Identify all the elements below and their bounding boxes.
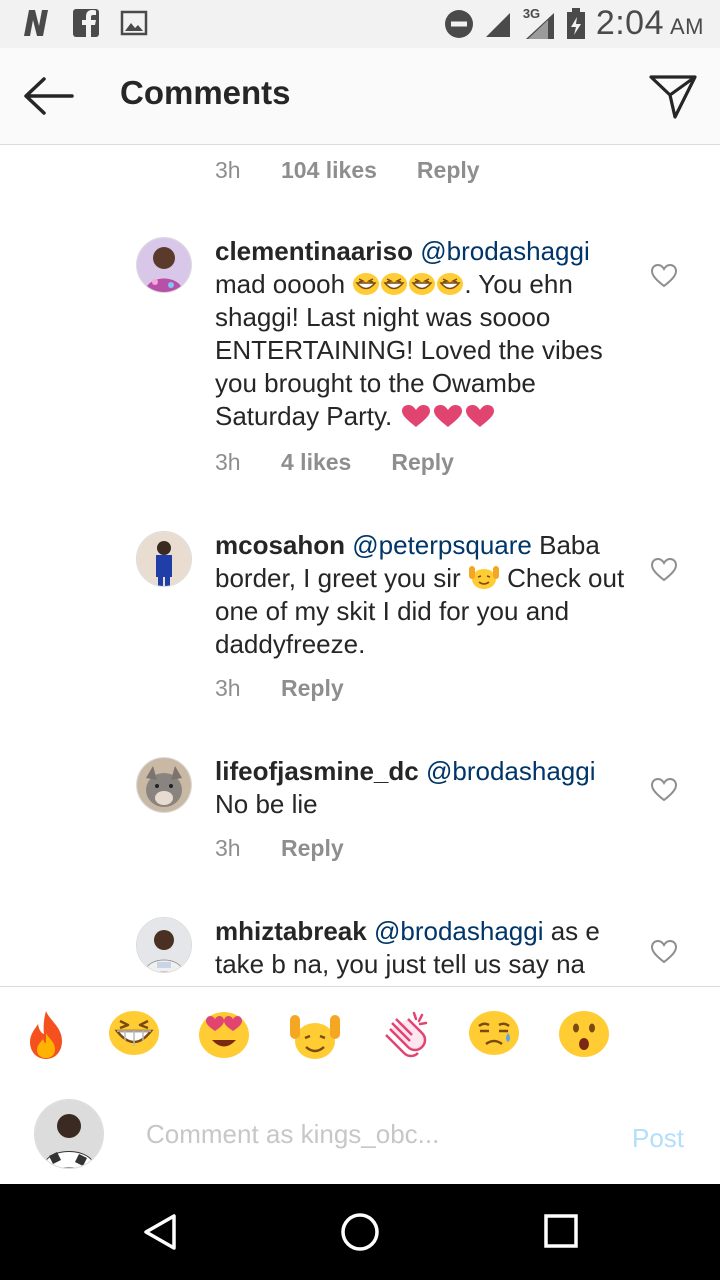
- my-avatar: [34, 1099, 104, 1169]
- pink-heart-icon: [401, 405, 430, 427]
- heart-outline-icon: [650, 939, 678, 964]
- fire-icon: [30, 1011, 62, 1059]
- square-recents-icon: [544, 1214, 578, 1248]
- comment-meta: 3h Reply: [215, 675, 344, 702]
- comments-list: 3h 104 likes Reply clementinaariso @brod…: [0, 145, 720, 985]
- clapping-hands-icon: [385, 1011, 428, 1058]
- comment-item: lifeofjasmine_dc @brodashaggi No be lie …: [0, 755, 720, 875]
- comment-meta: 3h 104 likes Reply: [215, 157, 480, 184]
- do-not-disturb-icon: [444, 9, 473, 38]
- back-button[interactable]: [20, 74, 76, 118]
- image-icon: [120, 10, 148, 36]
- nav-home-button[interactable]: [338, 1210, 382, 1254]
- emoji-fire-button[interactable]: [22, 1009, 74, 1061]
- comment-item: clementinaariso @brodashaggi mad ooooh .…: [0, 235, 720, 495]
- comment-username[interactable]: lifeofjasmine_dc: [215, 756, 419, 786]
- clock-ampm: AM: [670, 14, 704, 39]
- grinning-squint-icon: [437, 273, 464, 295]
- raised-hands-icon: [290, 1015, 340, 1059]
- comment-meta: 3h Reply: [215, 835, 344, 862]
- nav-recents-button[interactable]: [540, 1210, 584, 1254]
- comment-mention[interactable]: @brodashaggi: [374, 916, 544, 946]
- comment-item: mcosahon @peterpsquare Baba border, I gr…: [0, 529, 720, 709]
- grinning-squint-emoji-group: [352, 269, 464, 299]
- heart-outline-icon: [650, 557, 678, 582]
- avatar[interactable]: [136, 917, 192, 973]
- reply-button[interactable]: Reply: [281, 675, 344, 702]
- app-header: Comments: [0, 48, 720, 145]
- grinning-squint-icon: [109, 1011, 159, 1055]
- like-button[interactable]: [650, 263, 678, 289]
- signal-3g-icon: 3G: [522, 6, 556, 41]
- emoji-crying-button[interactable]: [468, 1009, 520, 1061]
- post-button[interactable]: Post: [632, 1123, 684, 1154]
- comment-username[interactable]: mhiztabreak: [215, 916, 367, 946]
- clock: 2:04 AM: [596, 4, 704, 43]
- comment-likes[interactable]: 4 likes: [281, 449, 351, 476]
- comment-likes[interactable]: 104 likes: [281, 157, 377, 184]
- page-title: Comments: [120, 74, 291, 111]
- comment-time: 3h: [215, 835, 241, 861]
- grinning-squint-icon: [409, 273, 436, 295]
- nav-back-button[interactable]: [138, 1210, 182, 1254]
- notification-n-icon: [24, 10, 48, 36]
- reply-button[interactable]: Reply: [391, 449, 454, 476]
- comment-meta: 3h 4 likes Reply: [215, 449, 454, 476]
- pink-heart-icon: [433, 405, 462, 427]
- pink-heart-icon: [465, 405, 494, 427]
- reply-button[interactable]: Reply: [281, 835, 344, 862]
- comment-mention[interactable]: @brodashaggi: [420, 236, 590, 266]
- comment-text: mad ooooh: [215, 269, 353, 299]
- facebook-icon: [73, 9, 99, 37]
- comment-time: 3h: [215, 157, 241, 183]
- avatar[interactable]: [136, 757, 192, 813]
- comment-username[interactable]: clementinaariso: [215, 236, 413, 266]
- avatar[interactable]: [136, 237, 192, 293]
- comment-mention[interactable]: @peterpsquare: [352, 530, 532, 560]
- comment-body: clementinaariso @brodashaggi mad ooooh .…: [215, 235, 635, 433]
- like-button[interactable]: [650, 557, 678, 583]
- grinning-squint-icon: [381, 273, 408, 295]
- comment-username[interactable]: mcosahon: [215, 530, 345, 560]
- crying-icon: [469, 1011, 519, 1055]
- emoji-surprised-button[interactable]: [558, 1009, 610, 1061]
- heart-outline-icon: [650, 777, 678, 802]
- comment-input[interactable]: [144, 1113, 608, 1155]
- grinning-squint-icon: [353, 273, 380, 295]
- signal-icon: [485, 12, 510, 37]
- system-nav-bar: [0, 1184, 720, 1280]
- arrow-left-icon: [24, 77, 74, 115]
- comment-text: No be lie: [215, 789, 318, 819]
- like-button[interactable]: [650, 939, 678, 965]
- comment-body: mcosahon @peterpsquare Baba border, I gr…: [215, 529, 635, 661]
- share-button[interactable]: [648, 72, 698, 120]
- heart-eyes-icon: [199, 1012, 249, 1058]
- heart-outline-icon: [650, 263, 678, 288]
- heart-emoji-group: [400, 401, 496, 431]
- battery-icon: [566, 7, 585, 39]
- like-button[interactable]: [650, 777, 678, 803]
- emoji-raised-hands-button[interactable]: [288, 1009, 340, 1061]
- clock-time: 2:04: [595, 4, 664, 42]
- raised-hands-icon: [468, 566, 499, 589]
- comment-time: 3h: [215, 675, 241, 701]
- reply-button[interactable]: Reply: [417, 157, 480, 184]
- emoji-clapping-hands-button[interactable]: [378, 1009, 430, 1061]
- comment-item: mhiztabreak @brodashaggi as e take b na,…: [0, 915, 720, 985]
- emoji-heart-eyes-button[interactable]: [198, 1009, 250, 1061]
- status-bar: 3G 2:04 AM: [0, 0, 720, 48]
- triangle-back-icon: [144, 1214, 176, 1250]
- comment-body: mhiztabreak @brodashaggi as e take b na,…: [215, 915, 635, 981]
- comment-mention[interactable]: @brodashaggi: [426, 756, 596, 786]
- emoji-quick-bar: [0, 986, 720, 1084]
- emoji-grinning-squint-button[interactable]: [108, 1009, 160, 1061]
- comment-composer: Post: [0, 1083, 720, 1184]
- comment-body: lifeofjasmine_dc @brodashaggi No be lie: [215, 755, 635, 821]
- comment-time: 3h: [215, 449, 241, 475]
- avatar[interactable]: [136, 531, 192, 587]
- paper-plane-icon: [649, 75, 697, 119]
- circle-home-icon: [341, 1213, 379, 1251]
- surprised-icon: [559, 1011, 609, 1057]
